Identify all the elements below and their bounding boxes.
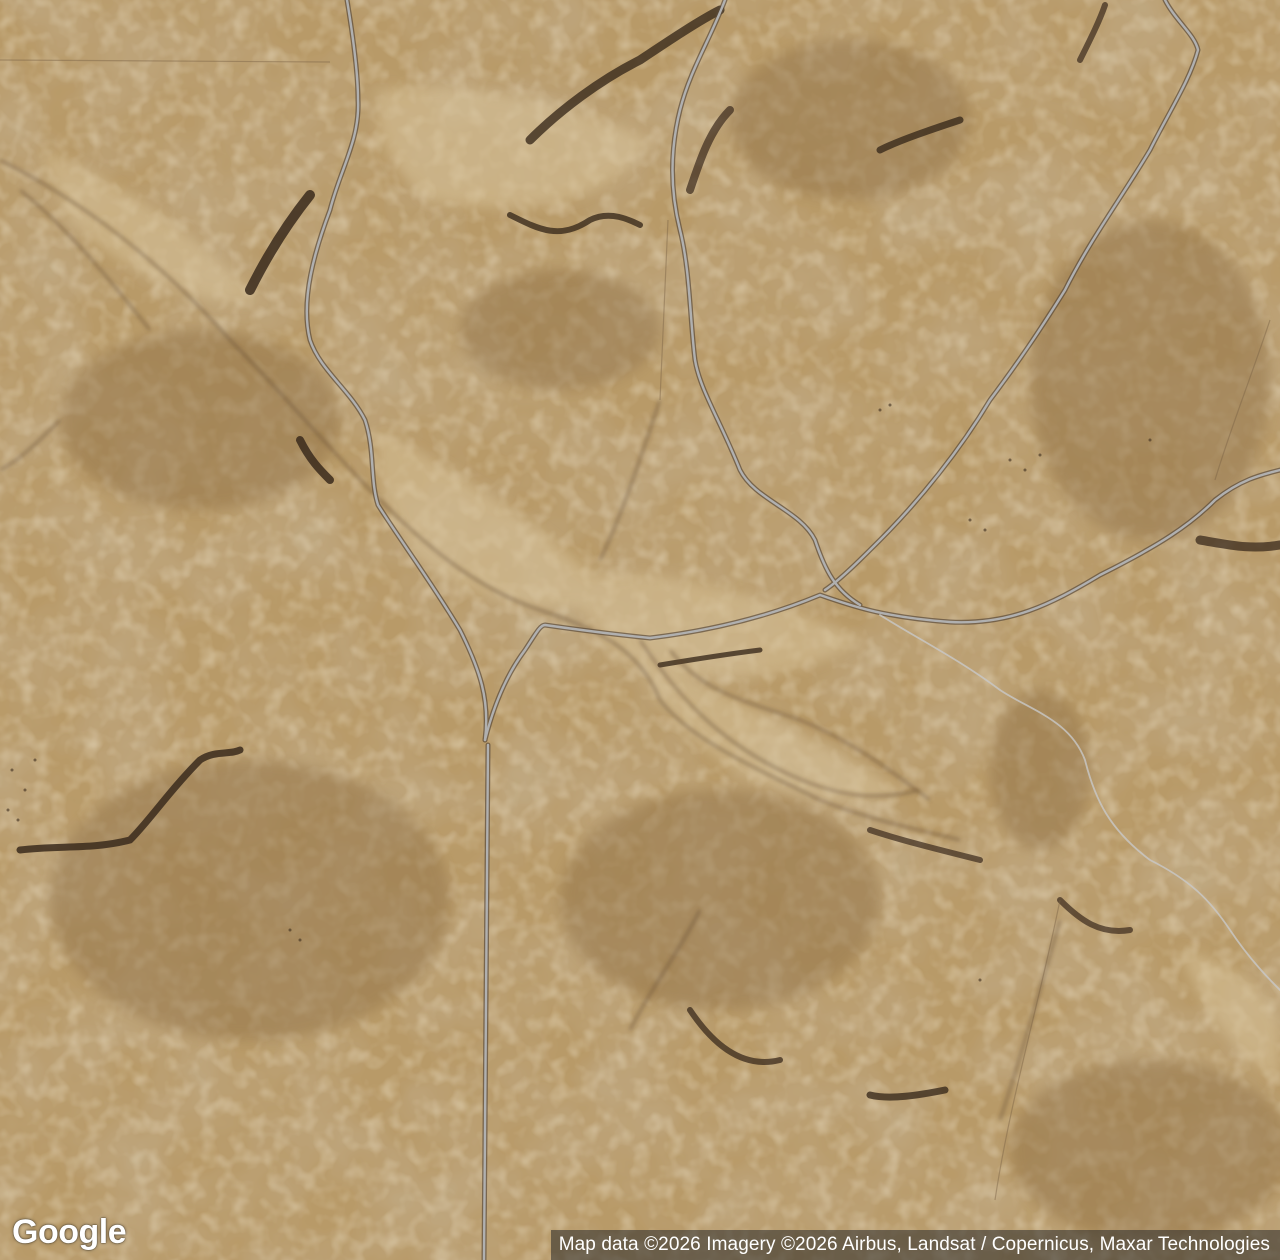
- satellite-map[interactable]: Google Map data ©2026 Imagery ©2026 Airb…: [0, 0, 1280, 1260]
- google-logo: Google: [12, 1213, 127, 1251]
- satellite-imagery: [0, 0, 1280, 1260]
- map-attribution[interactable]: Map data ©2026 Imagery ©2026 Airbus, Lan…: [550, 1230, 1280, 1260]
